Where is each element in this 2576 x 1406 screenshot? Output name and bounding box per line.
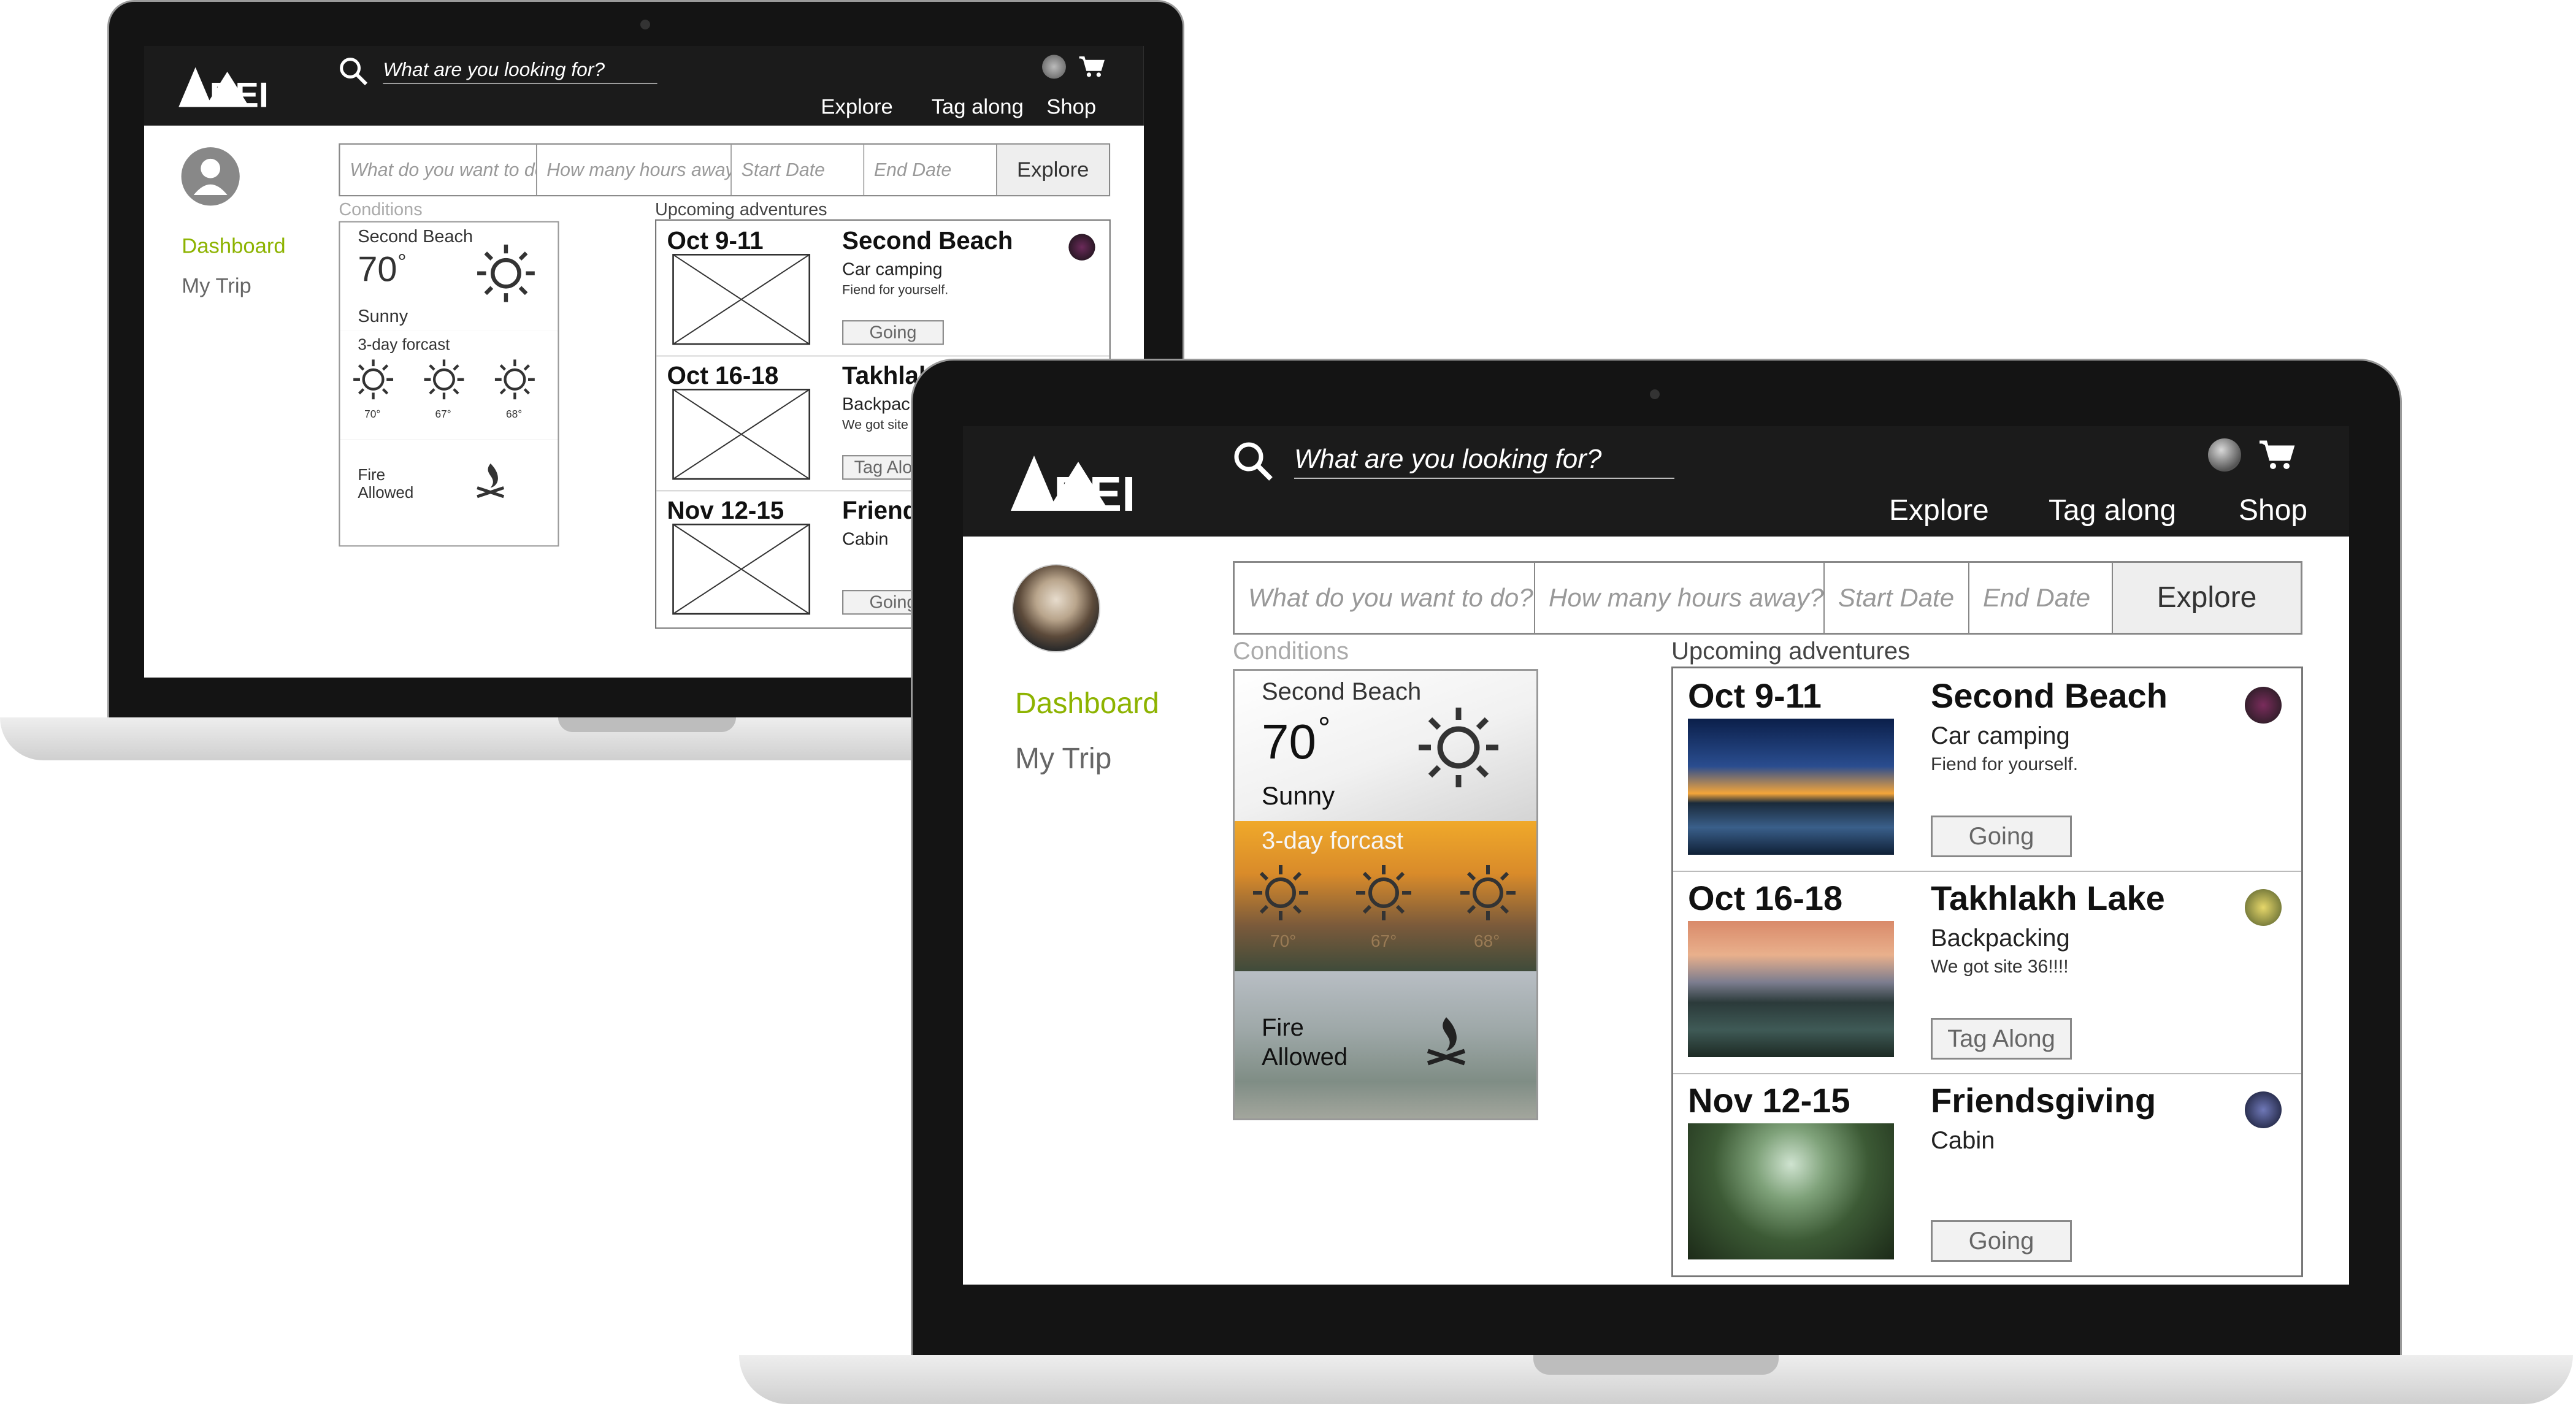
explore-button[interactable]: Explore bbox=[2113, 563, 2301, 633]
going-button[interactable]: Going bbox=[1931, 816, 2072, 857]
sidebar-item-my-trip[interactable]: My Trip bbox=[182, 273, 251, 298]
sidebar-item-dashboard[interactable]: Dashboard bbox=[182, 234, 285, 259]
nav-explore[interactable]: Explore bbox=[1889, 494, 1989, 527]
top-header: REI What are you looking for? Explore Ta… bbox=[963, 426, 2349, 537]
activity-input[interactable]: What do you want to do? bbox=[1235, 563, 1535, 633]
avatar[interactable] bbox=[2245, 687, 2282, 724]
explore-button[interactable]: Explore bbox=[997, 144, 1109, 196]
adventures-list: Oct 9-11 Second Beach Car camping Fiend … bbox=[1671, 667, 2303, 1277]
start-date-input[interactable]: Start Date bbox=[1825, 563, 1969, 633]
fire-status-panel: Fire Allowed bbox=[1235, 971, 1536, 1118]
activity-input[interactable]: What do you want to do? bbox=[340, 144, 537, 196]
sun-icon bbox=[353, 359, 535, 400]
adventure-card[interactable]: Oct 9-11 Second Beach Car camping Fiend … bbox=[1673, 668, 2301, 872]
avatar[interactable] bbox=[2245, 1091, 2282, 1128]
adventure-photo bbox=[1688, 1123, 1894, 1259]
cart-icon[interactable] bbox=[2258, 440, 2295, 470]
conditions-label: Conditions bbox=[339, 199, 423, 220]
adventure-photo bbox=[1688, 921, 1894, 1057]
sun-icon bbox=[1419, 708, 1498, 787]
nav-explore[interactable]: Explore bbox=[821, 94, 892, 119]
campfire-icon bbox=[477, 463, 505, 499]
start-date-input[interactable]: Start Date bbox=[732, 144, 865, 196]
search-input[interactable]: What are you looking for? bbox=[383, 56, 657, 85]
sun-icon bbox=[477, 244, 535, 302]
avatar[interactable] bbox=[2245, 889, 2282, 926]
cart-icon[interactable] bbox=[1078, 56, 1105, 78]
sun-icon bbox=[1253, 865, 1516, 920]
svg-text:REI: REI bbox=[1054, 467, 1135, 517]
back-laptop-notch bbox=[558, 717, 736, 732]
avatar[interactable] bbox=[1012, 564, 1100, 652]
avatar[interactable] bbox=[1068, 234, 1095, 261]
rei-logo: REI bbox=[178, 67, 269, 112]
adventures-label: Upcoming adventures bbox=[654, 199, 827, 220]
conditions-label: Conditions bbox=[1233, 638, 1349, 665]
nav-shop[interactable]: Shop bbox=[2239, 494, 2307, 527]
sidebar-item-my-trip[interactable]: My Trip bbox=[1015, 742, 1111, 776]
search-icon[interactable] bbox=[1232, 440, 1275, 483]
rei-logo: REI bbox=[1011, 456, 1135, 517]
svg-text:REI: REI bbox=[210, 76, 269, 112]
end-date-input[interactable]: End Date bbox=[1969, 563, 2113, 633]
going-button[interactable]: Going bbox=[842, 320, 944, 345]
adventure-card[interactable]: Nov 12-15 Friendsgiving Cabin Going bbox=[1673, 1073, 2301, 1275]
front-screen: REI What are you looking for? Explore Ta… bbox=[963, 426, 2349, 1285]
top-header: REI What are you looking for? Explore Ta… bbox=[144, 46, 1144, 126]
tag-along-button[interactable]: Tag Along bbox=[1931, 1018, 2072, 1060]
conditions-panel: Second Beach 70 ° Sunny 3-day forcast 70… bbox=[1233, 669, 1538, 1120]
sidebar-item-dashboard[interactable]: Dashboard bbox=[1015, 687, 1159, 720]
nav-tag-along[interactable]: Tag along bbox=[932, 94, 1024, 119]
hours-input[interactable]: How many hours away? bbox=[537, 144, 732, 196]
conditions-panel: Second Beach 70 ° Sunny 3-day forcast 70… bbox=[339, 221, 559, 547]
campfire-icon bbox=[1427, 1017, 1466, 1066]
front-laptop: REI What are you looking for? Explore Ta… bbox=[739, 359, 2573, 1404]
going-button[interactable]: Going bbox=[1931, 1220, 2072, 1262]
adventures-label: Upcoming adventures bbox=[1671, 638, 1911, 665]
nav-tag-along[interactable]: Tag along bbox=[2049, 494, 2176, 527]
user-avatar-icon[interactable] bbox=[2208, 438, 2241, 472]
search-input[interactable]: What are you looking for? bbox=[1294, 441, 1674, 479]
filter-bar: What do you want to do? How many hours a… bbox=[339, 143, 1111, 197]
filter-bar: What do you want to do? How many hours a… bbox=[1233, 561, 2302, 635]
current-weather: Second Beach 70 ° Sunny bbox=[1235, 671, 1536, 821]
image-placeholder bbox=[672, 253, 811, 345]
hours-input[interactable]: How many hours away? bbox=[1535, 563, 1825, 633]
avatar[interactable] bbox=[180, 145, 242, 207]
search-icon[interactable] bbox=[338, 56, 369, 86]
nav-shop[interactable]: Shop bbox=[1046, 94, 1096, 119]
forecast-panel: 3-day forcast 70° 67° 68° bbox=[1235, 821, 1536, 971]
adventure-photo bbox=[1688, 719, 1894, 855]
end-date-input[interactable]: End Date bbox=[864, 144, 997, 196]
front-laptop-notch bbox=[1533, 1355, 1779, 1375]
user-icon[interactable] bbox=[1042, 55, 1066, 79]
adventure-card[interactable]: Oct 9-11 Second Beach Car camping Fiend … bbox=[656, 221, 1110, 357]
adventure-card[interactable]: Oct 16-18 Takhlakh Lake Backpacking We g… bbox=[1673, 871, 2301, 1074]
